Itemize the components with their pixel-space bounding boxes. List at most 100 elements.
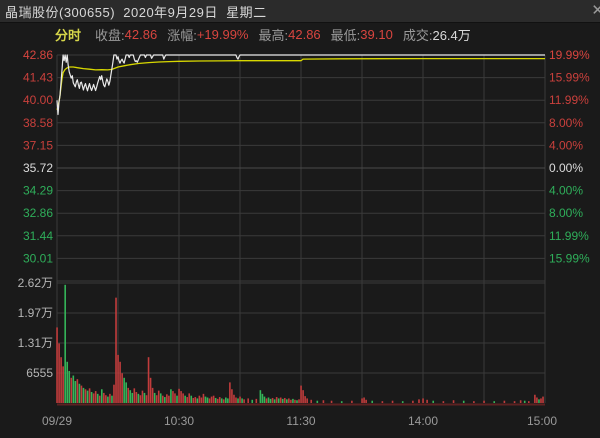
volume-bar (294, 399, 296, 403)
volume-bar (180, 391, 182, 403)
volume-bar (123, 377, 125, 403)
price-axis-label: 38.58 (23, 116, 53, 130)
volume-bar (473, 401, 475, 403)
volume-bar (513, 401, 516, 403)
volume-bar (365, 399, 367, 403)
volume-axis-label: 1.31万 (18, 336, 53, 350)
volume-bar (137, 393, 140, 403)
volume-bar (198, 395, 201, 403)
volume-bar (212, 395, 215, 403)
volume-bar (194, 397, 197, 403)
volume-bar (68, 370, 71, 403)
volume-bar (70, 377, 73, 403)
price-axis-label: 41.43 (23, 71, 53, 85)
volume-bar (523, 400, 526, 403)
volume-bar (202, 393, 205, 403)
volume-bar (147, 357, 150, 403)
volume-bar (306, 398, 308, 403)
volume-bar (176, 395, 178, 403)
volume-bar (275, 397, 278, 403)
volume-bar (82, 387, 85, 403)
volume-bar (80, 385, 83, 403)
volume-bar (196, 398, 199, 403)
volume-bar (519, 400, 522, 403)
volume-bar (220, 398, 223, 403)
volume-bar (90, 392, 93, 403)
volume-bar (235, 397, 237, 403)
volume-bar (279, 397, 282, 403)
volume-bar (227, 398, 229, 403)
volume-bar (184, 395, 186, 403)
volume-bar (391, 400, 394, 403)
volume-bar (330, 400, 333, 403)
volume-bar (115, 297, 117, 403)
volume-bar (129, 390, 132, 403)
percent-axis-label: 0.00% (549, 161, 583, 175)
volume-bar (161, 395, 164, 403)
volume-bar (381, 401, 384, 403)
volume-bar (170, 389, 172, 403)
volume-bar (141, 390, 144, 403)
volume-bar (292, 398, 294, 403)
volume-bar (540, 398, 542, 403)
intraday-chart-canvas[interactable]: 42.86 41.43 40.00 38.58 37.15 35.72 34.29 32.86… (0, 0, 600, 438)
percent-axis-label: 8.00% (549, 206, 583, 220)
volume-bar (310, 399, 313, 403)
volume-bar (283, 397, 286, 403)
volume-bar (186, 397, 188, 403)
volume-bar (166, 394, 168, 403)
volume-bar (149, 377, 152, 403)
volume-bar (174, 393, 176, 403)
volume-bar (239, 396, 241, 403)
volume-bar (229, 382, 231, 403)
price-axis-label: 30.01 (23, 251, 53, 265)
volume-bar (107, 396, 109, 403)
volume-bar (105, 395, 107, 403)
volume-bar (96, 393, 99, 403)
volume-bar (401, 401, 404, 403)
volume-bar (121, 373, 123, 403)
volume-bar (109, 393, 111, 403)
time-axis-label: 14:00 (408, 414, 438, 428)
percent-axis-label: 8.00% (549, 116, 583, 130)
volume-bar (206, 397, 209, 403)
volume-bar (534, 394, 536, 403)
volume-bar (418, 399, 420, 403)
volume-bar (117, 354, 119, 403)
volume-bar (371, 400, 374, 403)
volume-bar (131, 392, 134, 403)
volume-bar (361, 398, 363, 403)
volume-bar (265, 398, 268, 403)
volume-bar (231, 389, 233, 403)
volume-bar (216, 398, 219, 403)
volume-bar (412, 400, 414, 403)
volume-bar (92, 393, 95, 403)
volume-bar (210, 396, 213, 403)
price-axis-label: 32.86 (23, 206, 53, 220)
percent-axis-label: 4.00% (549, 138, 583, 152)
volume-bar (298, 399, 300, 403)
percent-axis-label: 15.99% (549, 71, 590, 85)
stock-app-window: 晶瑞股份(300655) 2020年9月29日 星期二 ✕ 分时 收盘: 42.8… (0, 0, 600, 438)
volume-bar (74, 381, 77, 403)
volume-bar (222, 399, 225, 403)
volume-bar (155, 395, 158, 403)
price-axis-label: 40.00 (23, 93, 53, 107)
volume-bar (261, 393, 264, 403)
volume-bar (422, 398, 424, 403)
price-axis-label: 34.29 (23, 184, 53, 198)
percent-axis-label: 11.99% (549, 93, 589, 107)
volume-bar (159, 393, 162, 403)
volume-bar (88, 388, 91, 403)
percent-axis-label: 11.99% (549, 229, 589, 243)
volume-bar (62, 366, 64, 403)
volume-bar (247, 398, 249, 403)
volume-bar (296, 400, 298, 403)
volume-bar (263, 396, 266, 403)
volume-bar (300, 385, 302, 403)
time-axis-label: 09/29 (42, 414, 72, 428)
volume-bar (536, 397, 538, 403)
volume-bar (269, 398, 272, 403)
volume-bar (168, 395, 170, 403)
volume-bar (190, 395, 193, 403)
